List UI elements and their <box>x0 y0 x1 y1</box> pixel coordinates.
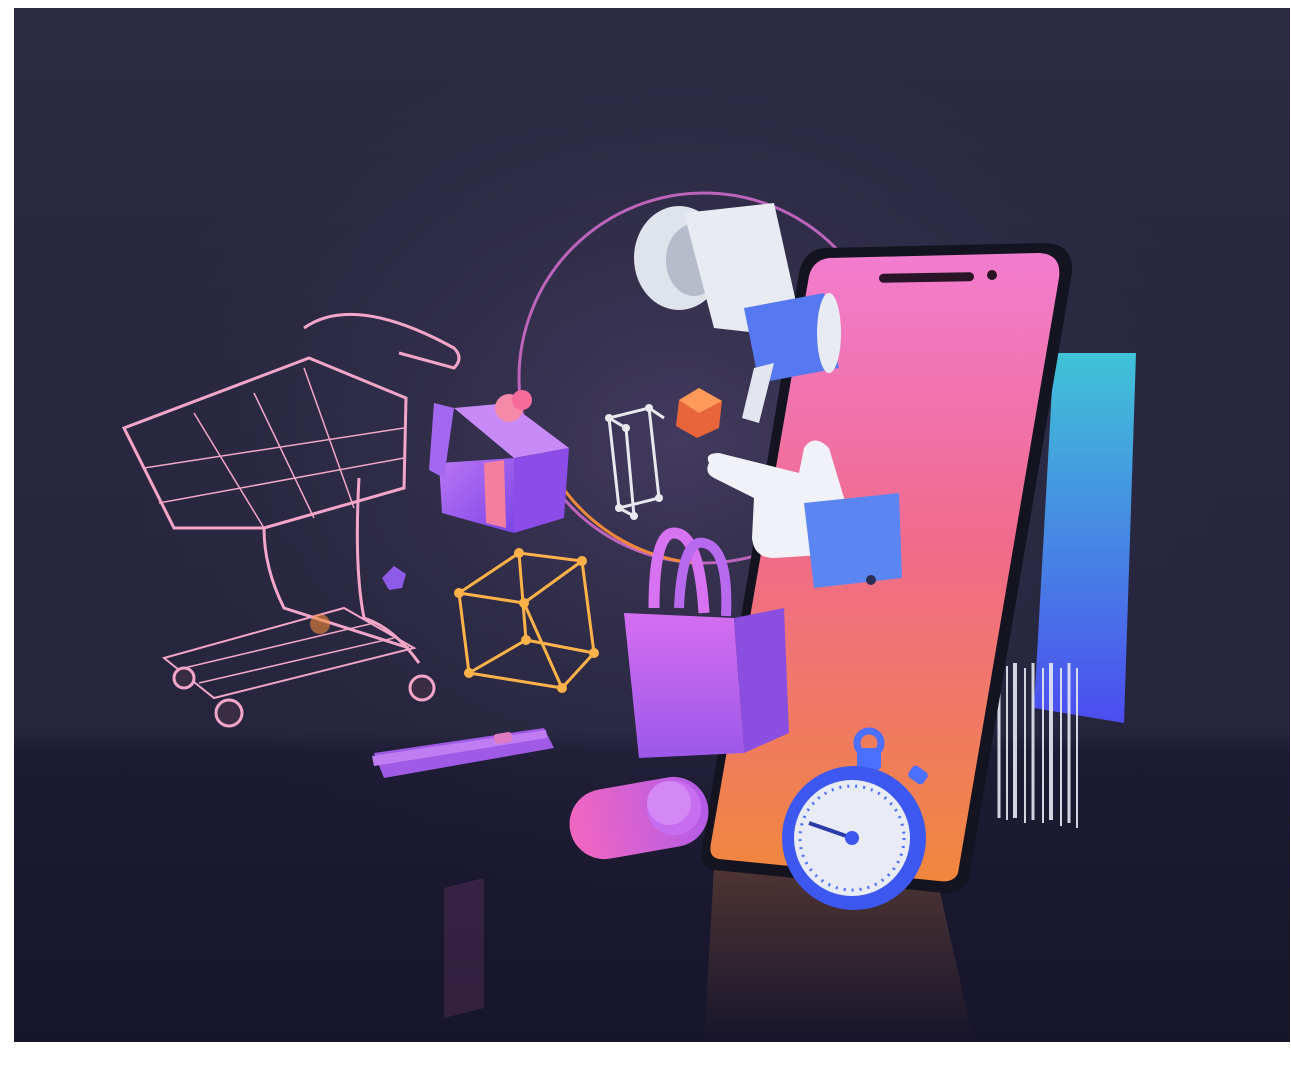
illustration-scene <box>14 8 1290 1042</box>
